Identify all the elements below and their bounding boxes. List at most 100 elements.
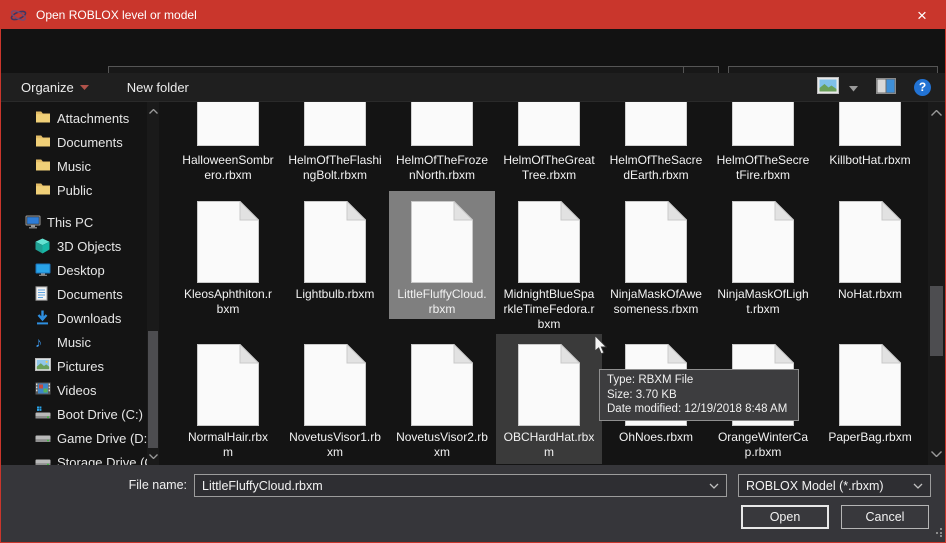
sidebar-item-pictures[interactable]: Pictures: [1, 354, 147, 378]
folder-icon: [35, 158, 51, 174]
rbxm-file-icon: [496, 201, 602, 283]
dialog-footer: File name: LittleFluffyCloud.rbxm ROBLOX…: [1, 465, 945, 542]
close-button[interactable]: ×: [899, 1, 945, 29]
file-row: NormalHair.rbx m NovetusVisor1.rb xm Nov…: [162, 334, 928, 464]
rbxm-file-icon: [710, 102, 816, 146]
sidebar-item-label: This PC: [47, 215, 93, 230]
title-bar[interactable]: Open ROBLOX level or model ×: [1, 1, 945, 29]
file-label: HelmOfTheFlashi ngBolt.rbxm: [282, 153, 388, 183]
cancel-button[interactable]: Cancel: [841, 505, 929, 529]
file-type-value: ROBLOX Model (*.rbxm): [746, 479, 913, 493]
sidebar-item-documents-folder[interactable]: Documents: [1, 130, 147, 154]
sidebar-item-boot-drive-c[interactable]: Boot Drive (C:): [1, 402, 147, 426]
sidebar-item-desktop[interactable]: Desktop: [1, 258, 147, 282]
file-type-select[interactable]: ROBLOX Model (*.rbxm): [738, 474, 931, 497]
sidebar-item-attachments[interactable]: Attachments: [1, 106, 147, 130]
film-icon: [35, 382, 51, 398]
file-label: HelmOfTheGreat Tree.rbxm: [496, 153, 602, 183]
sidebar-item-music-folder[interactable]: Music: [1, 154, 147, 178]
sidebar-item-storage-drive-g[interactable]: Storage Drive (G:: [1, 450, 147, 465]
organize-button[interactable]: Organize: [11, 73, 99, 101]
system-drive-icon: [35, 406, 51, 422]
file-label: HelmOfTheSecre tFire.rbxm: [710, 153, 816, 183]
file-item[interactable]: KillbotHat.rbxm: [817, 102, 923, 190]
sidebar-item-public[interactable]: Public: [1, 178, 147, 202]
file-item-hovered[interactable]: OBCHardHat.rbx m: [496, 334, 602, 464]
file-item[interactable]: MidnightBlueSpa rkleTimeFedora.r bxm: [496, 191, 602, 319]
file-label: Lightbulb.rbxm: [282, 287, 388, 302]
help-icon[interactable]: ?: [914, 79, 931, 96]
rbxm-file-icon: [603, 102, 709, 146]
file-item[interactable]: HelmOfTheFlashi ngBolt.rbxm: [282, 102, 388, 190]
file-item[interactable]: NinjaMaskOfLigh t.rbxm: [710, 191, 816, 319]
rbxm-file-icon: [603, 201, 709, 283]
preview-pane-icon[interactable]: [876, 78, 896, 97]
file-item[interactable]: NovetusVisor1.rb xm: [282, 334, 388, 464]
rbxm-file-icon: [175, 102, 281, 146]
sidebar-item-3d-objects[interactable]: 3D Objects: [1, 234, 147, 258]
file-item[interactable]: NormalHair.rbx m: [175, 334, 281, 464]
scroll-up-icon[interactable]: [928, 106, 945, 120]
file-item[interactable]: NinjaMaskOfAwe someness.rbxm: [603, 191, 709, 319]
sidebar-item-label: Game Drive (D:): [57, 431, 147, 446]
file-list-scrollbar[interactable]: [928, 102, 945, 465]
resize-grip-icon[interactable]: [933, 525, 943, 540]
sidebar-scrollbar-thumb[interactable]: [148, 331, 158, 448]
sidebar-item-videos[interactable]: Videos: [1, 378, 147, 402]
chevron-down-icon[interactable]: [913, 483, 923, 489]
file-item[interactable]: Lightbulb.rbxm: [282, 191, 388, 319]
sidebar-item-label: Attachments: [57, 111, 129, 126]
download-arrow-icon: [35, 310, 51, 326]
file-list-scrollbar-thumb[interactable]: [930, 286, 943, 356]
file-item[interactable]: HelmOfTheSacre dEarth.rbxm: [603, 102, 709, 190]
file-label: OhNoes.rbxm: [603, 430, 709, 445]
file-item[interactable]: HalloweenSombr ero.rbxm: [175, 102, 281, 190]
file-item[interactable]: PaperBag.rbxm: [817, 334, 923, 464]
file-item-selected[interactable]: LittleFluffyCloud. rbxm: [389, 191, 495, 319]
file-item[interactable]: NovetusVisor2.rb xm: [389, 334, 495, 464]
scroll-down-icon[interactable]: [928, 447, 945, 461]
file-name-value: LittleFluffyCloud.rbxm: [202, 479, 709, 493]
sidebar-item-label: Desktop: [57, 263, 105, 278]
sidebar-item-downloads[interactable]: Downloads: [1, 306, 147, 330]
file-tooltip: Type: RBXM File Size: 3.70 KB Date modif…: [599, 369, 799, 421]
file-label: NinjaMaskOfAwe someness.rbxm: [603, 287, 709, 317]
file-label: NovetusVisor1.rb xm: [282, 430, 388, 460]
file-item[interactable]: HelmOfTheGreat Tree.rbxm: [496, 102, 602, 190]
file-label: NinjaMaskOfLigh t.rbxm: [710, 287, 816, 317]
sidebar-item-label: Documents: [57, 135, 123, 150]
view-dropdown-chevron-icon[interactable]: [849, 80, 858, 95]
sidebar-item-music[interactable]: ♪ Music: [1, 330, 147, 354]
sidebar-item-game-drive-d[interactable]: Game Drive (D:): [1, 426, 147, 450]
rbxm-file-icon: [710, 201, 816, 283]
sidebar-item-label: Boot Drive (C:): [57, 407, 143, 422]
file-label: OrangeWinterCa p.rbxm: [710, 430, 816, 460]
rbxm-file-icon: [496, 344, 602, 426]
file-item[interactable]: HelmOfTheFroze nNorth.rbxm: [389, 102, 495, 190]
folder-icon: [35, 182, 51, 198]
file-name-input[interactable]: LittleFluffyCloud.rbxm: [194, 474, 727, 497]
file-item[interactable]: NoHat.rbxm: [817, 191, 923, 319]
sidebar-item-label: Storage Drive (G:: [57, 455, 147, 466]
app-icon: [10, 7, 28, 23]
sidebar-item-documents[interactable]: Documents: [1, 282, 147, 306]
file-label: HelmOfTheFroze nNorth.rbxm: [389, 153, 495, 183]
rbxm-file-icon: [282, 344, 388, 426]
file-label: HalloweenSombr ero.rbxm: [175, 153, 281, 183]
sidebar-scrollbar[interactable]: [147, 102, 159, 465]
file-label: PaperBag.rbxm: [817, 430, 923, 445]
file-item[interactable]: HelmOfTheSecre tFire.rbxm: [710, 102, 816, 190]
file-item[interactable]: KleosAphthiton.r bxm: [175, 191, 281, 319]
scroll-down-icon[interactable]: [147, 449, 159, 463]
view-thumbnails-icon[interactable]: [817, 77, 839, 97]
chevron-down-icon[interactable]: [709, 483, 719, 489]
file-label: KleosAphthiton.r bxm: [175, 287, 281, 317]
open-button[interactable]: Open: [741, 505, 829, 529]
new-folder-button[interactable]: New folder: [117, 73, 199, 101]
scroll-up-icon[interactable]: [147, 104, 159, 118]
sidebar-item-label: 3D Objects: [57, 239, 121, 254]
new-folder-label: New folder: [127, 80, 189, 95]
sidebar-item-this-pc[interactable]: This PC: [1, 210, 147, 234]
rbxm-file-icon: [496, 102, 602, 146]
rbxm-file-icon: [817, 201, 923, 283]
